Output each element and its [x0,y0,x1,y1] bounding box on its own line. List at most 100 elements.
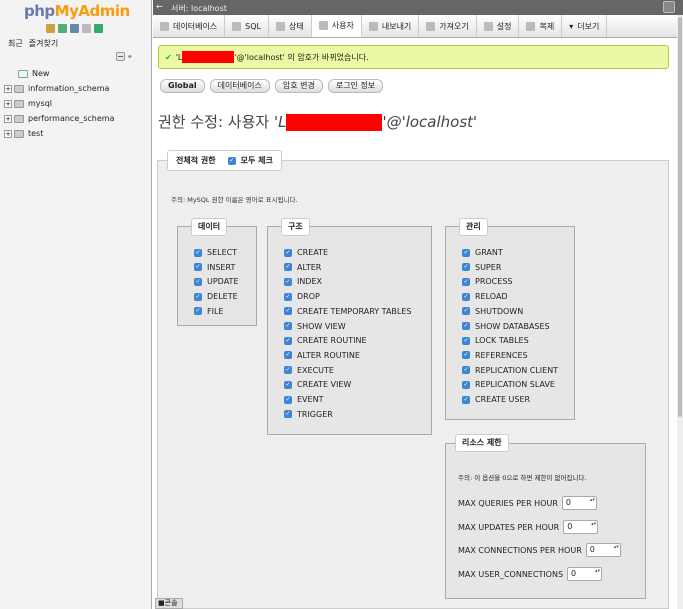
privilege-event[interactable]: ✓ EVENT [284,395,323,404]
checkbox-checked-icon[interactable]: ✓ [284,263,292,272]
resource-limit-input[interactable]: 0 [563,520,599,534]
checkbox-checked-icon[interactable]: ✓ [194,307,202,316]
checkbox-checked-icon[interactable]: ✓ [194,263,202,272]
collapse-all-button[interactable]: − [116,52,125,61]
privilege-replication-slave[interactable]: ✓ REPLICATION SLAVE [462,380,555,389]
tab-import[interactable]: 가져오기 [419,15,477,37]
privilege-index[interactable]: ✓ INDEX [284,277,322,286]
checkbox-checked-icon[interactable]: ✓ [194,277,202,286]
privilege-replication-client[interactable]: ✓ REPLICATION CLIENT [462,366,558,375]
checkbox-checked-icon[interactable]: ✓ [284,395,292,404]
help-icon[interactable] [70,24,79,33]
resource-limit-input[interactable]: 0 [567,567,603,581]
checkbox-checked-icon[interactable]: ✓ [462,263,470,272]
privilege-shutdown[interactable]: ✓ SHUTDOWN [462,307,523,316]
back-arrow-icon[interactable]: ← [156,2,163,11]
subtab-database[interactable]: 데이터베이스 [209,79,270,93]
phpmyadmin-logo[interactable]: phpMyAdmin [24,2,130,20]
tab-databases[interactable]: 데이터베이스 [153,15,226,37]
console-toggle[interactable]: ■콘솔 [155,598,183,609]
privilege-grant[interactable]: ✓ GRANT [462,248,503,257]
check-all[interactable]: ✓ 모두 체크 [227,155,273,166]
expand-icon[interactable]: + [4,99,12,108]
checkbox-checked-icon[interactable]: ✓ [284,322,292,330]
privilege-select[interactable]: ✓ SELECT [194,248,237,257]
tab-settings[interactable]: 설정 [477,15,520,37]
favorites-tab[interactable]: 즐겨찾기 [29,38,58,49]
docs-icon[interactable] [82,24,91,33]
checkbox-checked-icon[interactable]: ✓ [284,380,292,389]
checkbox-checked-icon[interactable]: ✓ [284,410,292,419]
privilege-insert[interactable]: ✓ INSERT [194,263,235,272]
checkbox-checked-icon[interactable]: ✓ [462,366,470,375]
checkbox-checked-icon[interactable]: ✓ [462,336,470,345]
privilege-alter[interactable]: ✓ ALTER [284,263,321,272]
logout-icon[interactable] [58,24,67,33]
tab-sql[interactable]: SQL [225,15,270,37]
checkbox-checked-icon[interactable]: ✓ [284,351,292,360]
checkbox-checked-icon[interactable]: ✓ [227,156,236,165]
checkbox-checked-icon[interactable]: ✓ [462,351,470,360]
tree-item-db[interactable]: + performance_schema [4,111,115,126]
tab-more[interactable]: ▾ 더보기 [562,15,608,37]
scrollbar-thumb[interactable] [678,17,682,417]
home-icon[interactable] [46,24,55,33]
privilege-lock-tables[interactable]: ✓ LOCK TABLES [462,336,529,345]
checkbox-checked-icon[interactable]: ✓ [284,277,292,286]
checkbox-checked-icon[interactable]: ✓ [462,292,470,301]
privilege-references[interactable]: ✓ REFERENCES [462,351,528,360]
server-breadcrumb[interactable]: 서버: localhost [171,3,227,14]
privilege-trigger[interactable]: ✓ TRIGGER [284,410,333,419]
tab-users[interactable]: 사용자 [311,15,362,37]
tree-item-new[interactable]: New [4,66,115,81]
tab-replication[interactable]: 복제 [519,15,563,37]
reload-icon[interactable] [94,24,103,33]
privilege-create-routine[interactable]: ✓ CREATE ROUTINE [284,336,367,345]
checkbox-checked-icon[interactable]: ✓ [284,248,292,257]
tree-item-db[interactable]: + mysql [4,96,115,111]
privilege-file[interactable]: ✓ FILE [194,307,223,316]
privilege-reload[interactable]: ✓ RELOAD [462,292,508,301]
checkbox-checked-icon[interactable]: ✓ [284,336,292,345]
privilege-show-databases[interactable]: ✓ SHOW DATABASES [462,322,550,331]
privilege-execute[interactable]: ✓ EXECUTE [284,366,334,375]
scrollbar[interactable] [677,15,683,609]
checkbox-checked-icon[interactable]: ✓ [284,366,292,375]
checkbox-checked-icon[interactable]: ✓ [462,248,470,257]
checkbox-checked-icon[interactable]: ✓ [462,395,470,404]
recent-tab[interactable]: 최근 [8,38,23,49]
checkbox-checked-icon[interactable]: ✓ [194,292,202,301]
checkbox-checked-icon[interactable]: ✓ [462,380,470,389]
privilege-delete[interactable]: ✓ DELETE [194,292,238,301]
privilege-create-temporary-tables[interactable]: ✓ CREATE TEMPORARY TABLES [284,307,412,316]
subtab-login-info[interactable]: 로그인 정보 [327,79,384,93]
privilege-create[interactable]: ✓ CREATE [284,248,328,257]
expand-icon[interactable]: + [4,129,12,138]
tab-export[interactable]: 내보내기 [362,15,420,37]
privilege-drop[interactable]: ✓ DROP [284,292,320,301]
checkbox-checked-icon[interactable]: ✓ [284,292,292,301]
tab-status[interactable]: 상태 [269,15,312,37]
resource-limit-input[interactable]: 0 [585,543,621,557]
checkbox-checked-icon[interactable]: ✓ [462,307,470,316]
link-icon[interactable]: ⚭ [127,53,133,61]
expand-icon[interactable]: + [4,84,12,93]
tree-item-db[interactable]: + information_schema [4,81,115,96]
checkbox-checked-icon[interactable]: ✓ [284,307,292,316]
privilege-alter-routine[interactable]: ✓ ALTER ROUTINE [284,351,360,360]
expand-icon[interactable]: + [4,114,12,123]
privilege-process[interactable]: ✓ PROCESS [462,277,512,286]
checkbox-checked-icon[interactable]: ✓ [462,277,470,286]
subtab-change-password[interactable]: 암호 변경 [274,79,323,93]
resource-limit-input[interactable]: 0 [561,496,597,510]
settings-icon[interactable] [663,1,675,13]
subtab-global[interactable]: Global [160,79,205,93]
privilege-update[interactable]: ✓ UPDATE [194,277,239,286]
privilege-show-view[interactable]: ✓ SHOW VIEW [284,322,346,331]
privilege-create-view[interactable]: ✓ CREATE VIEW [284,380,351,389]
privilege-super[interactable]: ✓ SUPER [462,263,501,272]
checkbox-checked-icon[interactable]: ✓ [194,248,202,257]
tree-item-db[interactable]: + test [4,126,115,141]
checkbox-checked-icon[interactable]: ✓ [462,322,470,330]
privilege-create-user[interactable]: ✓ CREATE USER [462,395,530,404]
